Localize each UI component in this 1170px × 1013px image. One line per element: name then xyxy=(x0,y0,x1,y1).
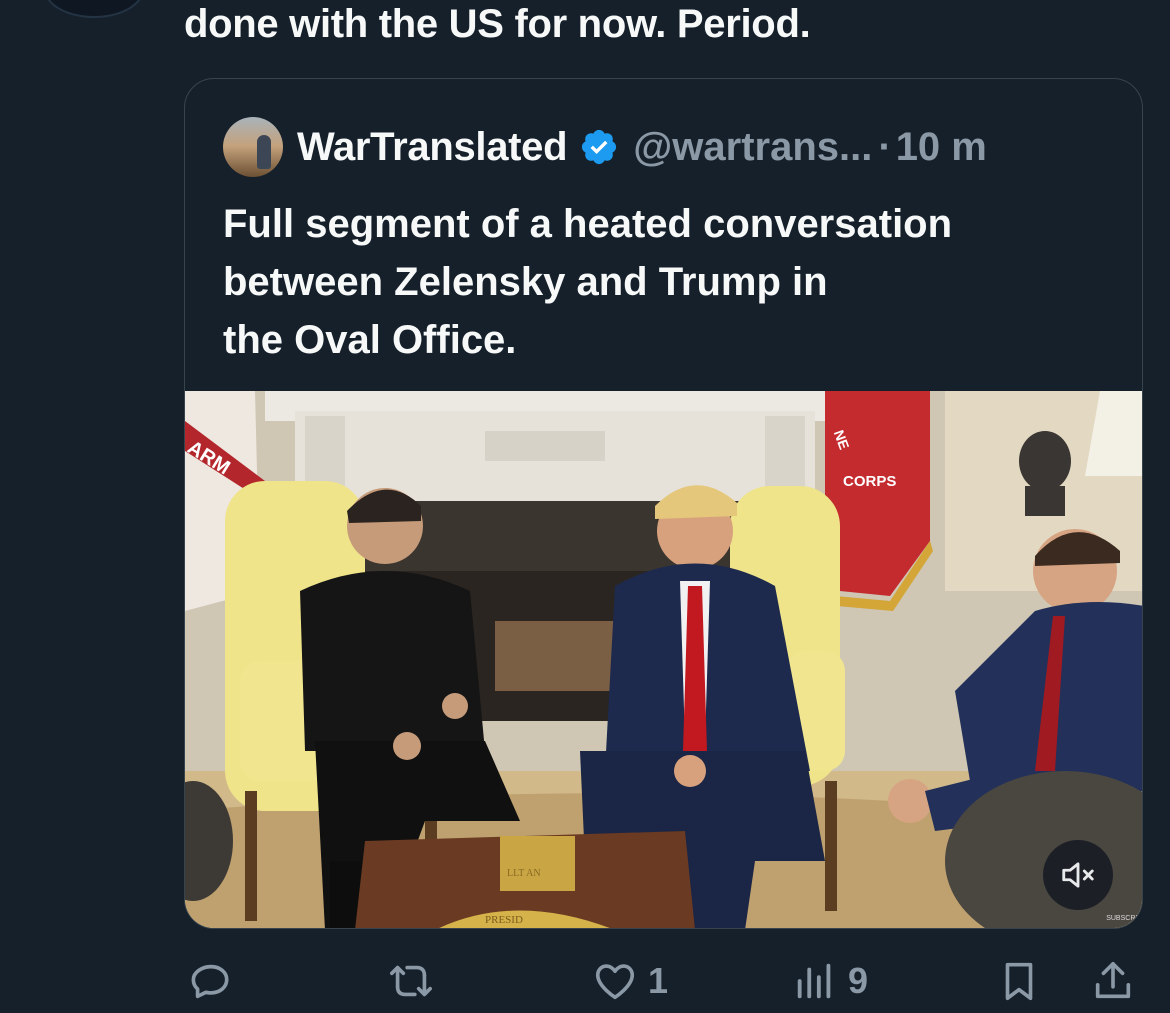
author-avatar[interactable] xyxy=(44,0,144,18)
quoted-text-line: the Oval Office. xyxy=(223,318,517,362)
tweet-text: done with the US for now. Period. xyxy=(184,2,811,46)
heart-icon xyxy=(595,964,635,1000)
reply-icon xyxy=(191,964,229,999)
verified-badge-icon xyxy=(582,129,617,165)
bookmark-icon xyxy=(1005,962,1033,1001)
video-player[interactable]: ARM CORPS NE LLT AN PRESID SUBSCRIB xyxy=(185,391,1142,928)
quoted-tweet-text: Full segment of a heated conversation be… xyxy=(223,195,1103,369)
video-corner-mark: SUBSCRIB xyxy=(1106,915,1142,922)
reply-button[interactable] xyxy=(188,958,244,1004)
share-icon xyxy=(1095,961,1131,999)
quoted-tweet-card[interactable]: WarTranslated @wartrans... · 10 m Full s… xyxy=(184,78,1143,929)
flag-text-right: CORPS xyxy=(843,473,896,490)
quoted-author-avatar[interactable] xyxy=(223,117,283,177)
quoted-tweet-time[interactable]: 10 m xyxy=(896,125,987,170)
views-button[interactable]: 9 xyxy=(792,958,868,1004)
desk-box-text: LLT AN xyxy=(507,868,541,879)
retweet-icon xyxy=(390,965,432,997)
views-chart-icon xyxy=(797,963,831,999)
like-button[interactable]: 1 xyxy=(592,958,668,1004)
tweet-action-bar: 1 9 xyxy=(0,940,1170,1013)
bookmark-button[interactable] xyxy=(996,958,1042,1004)
quoted-text-line: Full segment of a heated conversation xyxy=(223,202,953,246)
quoted-author-name[interactable]: WarTranslated xyxy=(297,125,568,170)
quoted-tweet-header: WarTranslated @wartrans... · 10 m xyxy=(223,117,987,177)
quoted-text-line: between Zelensky and Trump in xyxy=(223,260,828,304)
quoted-author-handle[interactable]: @wartrans... xyxy=(633,125,872,170)
muted-speaker-icon xyxy=(1062,862,1094,888)
video-frame: ARM CORPS NE LLT AN PRESID xyxy=(185,391,1142,928)
views-count: 9 xyxy=(848,960,869,1001)
share-button[interactable] xyxy=(1090,958,1136,1004)
separator-dot: · xyxy=(878,124,892,169)
desk-seal-text: PRESID xyxy=(485,914,523,926)
mute-toggle-button[interactable] xyxy=(1043,840,1113,910)
retweet-button[interactable] xyxy=(388,958,444,1004)
like-count: 1 xyxy=(648,960,669,1001)
